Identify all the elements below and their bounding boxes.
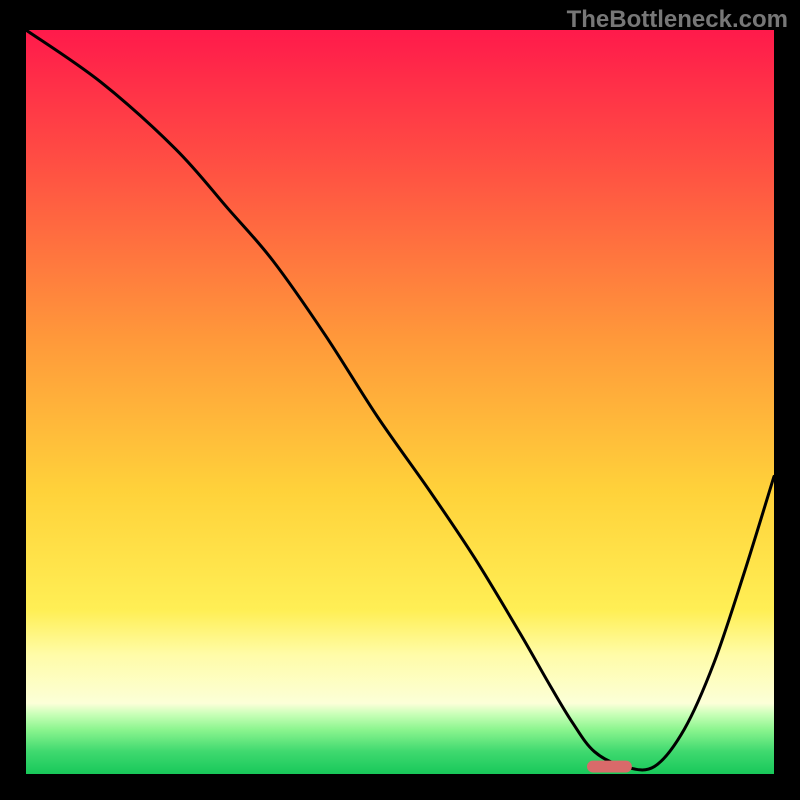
chart-frame	[26, 30, 774, 774]
bottleneck-chart	[26, 30, 774, 774]
watermark-text: TheBottleneck.com	[567, 6, 788, 34]
chart-background	[26, 30, 774, 774]
optimal-marker[interactable]	[587, 761, 632, 773]
